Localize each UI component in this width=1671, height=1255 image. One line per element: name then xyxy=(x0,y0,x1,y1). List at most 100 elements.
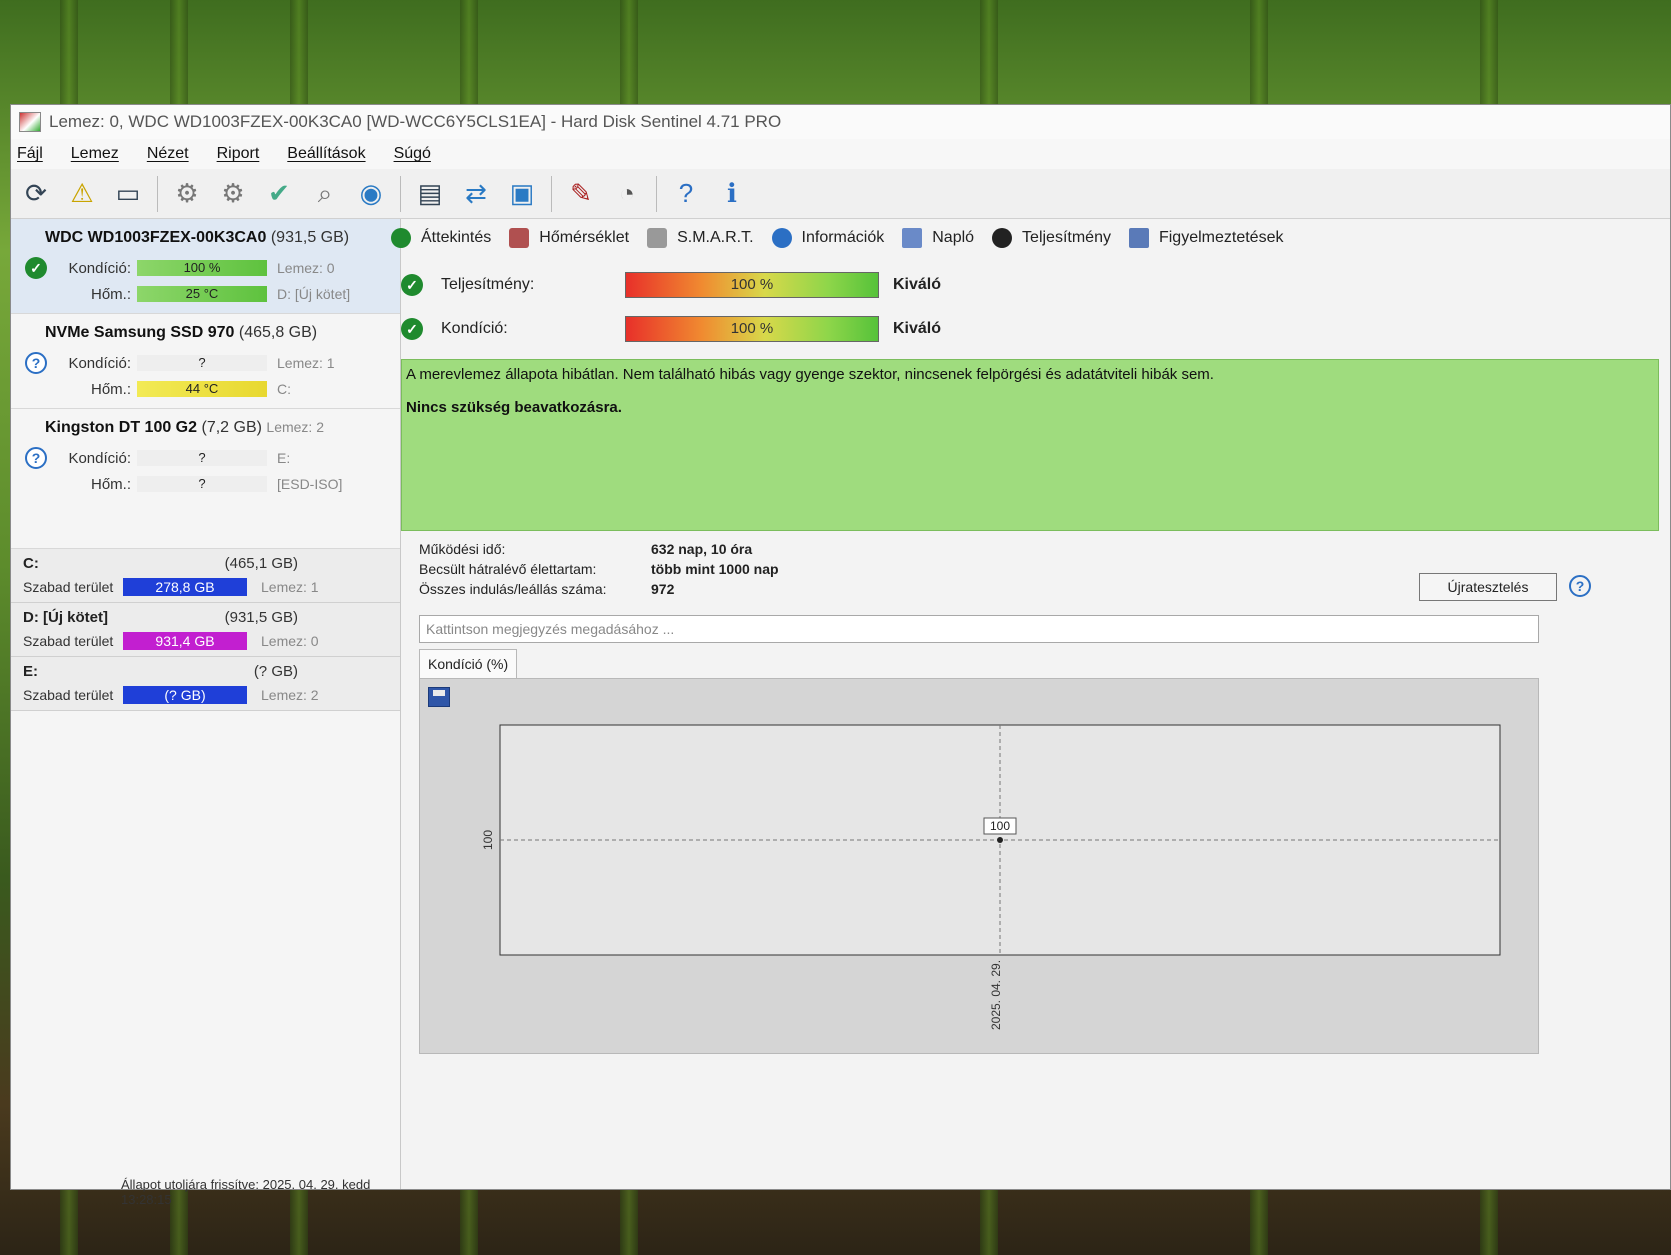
volume-item-e[interactable]: E: (? GB) Szabad terület (? GB) Lemez: 2 xyxy=(11,657,400,711)
main-panel: Áttekintés Hőmérséklet S.M.A.R.T. Inform… xyxy=(387,219,1670,1189)
sound-icon[interactable]: ◔ xyxy=(608,175,646,213)
volume-size: (? GB) xyxy=(253,663,298,680)
tab-smart[interactable]: S.M.A.R.T. xyxy=(647,228,754,248)
menu-disk[interactable]: Lemez xyxy=(71,145,119,163)
menu-bar: Fájl Lemez Nézet Riport Beállítások Súgó xyxy=(11,139,1670,169)
smart-icon xyxy=(647,228,668,248)
free-space-label: Szabad terület xyxy=(23,687,114,703)
status-bar: Állapot utoljára frissítve: 2025. 04. 29… xyxy=(121,1177,371,1207)
menu-help[interactable]: Súgó xyxy=(394,145,431,163)
alerts-icon xyxy=(1128,228,1149,248)
volume-name: D: [Új kötet] xyxy=(23,609,108,626)
title-bar: Lemez: 0, WDC WD1003FZEX-00K3CA0 [WD-WCC… xyxy=(11,105,1670,139)
volume-disk: Lemez: 1 xyxy=(261,579,319,595)
log-icon xyxy=(902,228,923,248)
volume-label: [ESD-ISO] xyxy=(277,476,343,492)
report-icon[interactable]: ▤ xyxy=(411,175,449,213)
toolbar-separator xyxy=(656,175,657,212)
disk-number: Lemez: 0 xyxy=(277,260,335,276)
condition-chart: 100 100 2025. 04. 29. xyxy=(481,724,1501,1030)
volume-item-d[interactable]: D: [Új kötet] (931,5 GB) Szabad terület 9… xyxy=(11,603,400,657)
check-icon: ✓ xyxy=(401,274,423,296)
performance-rating: Kiváló xyxy=(893,276,942,293)
refresh-icon[interactable]: ⟳ xyxy=(17,175,55,213)
status-summary: ✓ Teljesítmény: 100 % Kiváló ✓ Kondíció:… xyxy=(387,263,1670,351)
tab-performance[interactable]: Teljesítmény xyxy=(992,228,1111,248)
retest-button[interactable]: Újratesztelés xyxy=(1419,573,1557,601)
free-space-bar: 931,4 GB xyxy=(123,632,247,650)
starts-value: 972 xyxy=(651,581,675,597)
condition-label: Kondíció: xyxy=(68,259,131,277)
volume-size: (465,1 GB) xyxy=(224,555,298,572)
note-input[interactable]: Kattintson megjegyzés megadásához ... xyxy=(419,615,1539,643)
disk-icon[interactable]: ▭ xyxy=(109,175,147,213)
tab-log[interactable]: Napló xyxy=(902,228,974,248)
volume-item-c[interactable]: C: (465,1 GB) Szabad terület 278,8 GB Lem… xyxy=(11,549,400,603)
tab-condition-chart[interactable]: Kondíció (%) xyxy=(419,649,518,678)
disk-search-icon[interactable]: ⌕ xyxy=(306,175,344,213)
x-tick-label: 2025. 04. 29. xyxy=(989,960,1003,1030)
gauge-icon xyxy=(992,228,1013,248)
toolbar-separator xyxy=(400,175,401,212)
menu-settings[interactable]: Beállítások xyxy=(287,145,365,163)
app-logo-icon xyxy=(19,112,41,132)
tab-information[interactable]: Információk xyxy=(771,228,884,248)
toolbar-separator xyxy=(157,175,158,212)
tab-overview[interactable]: Áttekintés xyxy=(391,228,491,248)
volume-disk: Lemez: 0 xyxy=(261,633,319,649)
sync-icon[interactable]: ⇄ xyxy=(457,175,495,213)
toolbar: ⟳ ⚠ ▭ ⚙ ⚙ ✔ ⌕ ◉ ▤ ⇄ ▣ ✎ ◔ ? ℹ xyxy=(11,169,1670,219)
volume-size: (931,5 GB) xyxy=(224,609,298,626)
help-icon[interactable]: ? xyxy=(667,175,705,213)
disk-list-panel: WDC WD1003FZEX-00K3CA0 (931,5 GB) ✓ Kond… xyxy=(11,219,401,1207)
disk-title: Kingston DT 100 G2 (7,2 GB) Lemez: 2 xyxy=(45,419,324,436)
menu-report[interactable]: Riport xyxy=(217,145,260,163)
info-icon[interactable]: ℹ xyxy=(713,175,751,213)
temp-label: Hőm.: xyxy=(90,475,131,493)
data-label: 100 xyxy=(990,819,1010,833)
performance-label: Teljesítmény: xyxy=(441,276,535,293)
info-icon xyxy=(771,228,792,248)
tab-alerts[interactable]: Figyelmeztetések xyxy=(1128,228,1283,248)
condition-row: ✓ Kondíció: 100 % Kiváló xyxy=(387,307,1670,351)
thermometer-icon xyxy=(509,228,530,248)
window-title: Lemez: 0, WDC WD1003FZEX-00K3CA0 [WD-WCC… xyxy=(49,112,782,131)
warning-icon[interactable]: ⚠ xyxy=(63,175,101,213)
help-icon[interactable]: ? xyxy=(1569,575,1591,597)
chart-panel: 100 100 2025. 04. 29. xyxy=(419,678,1539,1054)
temp-label: Hőm.: xyxy=(90,380,131,398)
drive-letter: C: xyxy=(277,381,291,397)
condition-bar: 100 % xyxy=(625,316,879,342)
disk-test-icon[interactable]: ⚙ xyxy=(214,175,252,213)
tab-temperature[interactable]: Hőmérséklet xyxy=(509,228,629,248)
edit-icon[interactable]: ✎ xyxy=(562,175,600,213)
performance-row: ✓ Teljesítmény: 100 % Kiváló xyxy=(387,263,1670,307)
question-icon: ? xyxy=(25,352,47,374)
free-space-bar: (? GB) xyxy=(123,686,247,704)
y-tick-label: 100 xyxy=(481,830,495,850)
disk-item-1[interactable]: NVMe Samsung SSD 970 (465,8 GB) ? Kondíc… xyxy=(11,314,400,409)
question-icon: ? xyxy=(25,447,47,469)
disk-tool-icon[interactable]: ⚙ xyxy=(168,175,206,213)
disk-item-0[interactable]: WDC WD1003FZEX-00K3CA0 (931,5 GB) ✓ Kond… xyxy=(11,219,400,314)
temp-bar: 44 °C xyxy=(137,381,267,397)
save-icon[interactable] xyxy=(428,687,450,707)
temp-bar: 25 °C xyxy=(137,286,267,302)
status-message: A merevlemez állapota hibátlan. Nem talá… xyxy=(406,366,1214,383)
disk-info: Működési idő: 632 nap, 10 óra Becsült hát… xyxy=(419,541,1670,609)
volume-name: C: xyxy=(23,555,39,572)
disk-number: Lemez: 1 xyxy=(277,355,335,371)
menu-view[interactable]: Nézet xyxy=(147,145,189,163)
volume-disk: Lemez: 2 xyxy=(261,687,319,703)
performance-bar: 100 % xyxy=(625,272,879,298)
disk-item-2[interactable]: Kingston DT 100 G2 (7,2 GB) Lemez: 2 ? K… xyxy=(11,409,400,549)
menu-file[interactable]: Fájl xyxy=(17,145,43,163)
check-icon: ✓ xyxy=(401,318,423,340)
check-icon xyxy=(391,228,411,248)
globe-icon[interactable]: ◉ xyxy=(352,175,390,213)
network-icon[interactable]: ▣ xyxy=(503,175,541,213)
disk-check-icon[interactable]: ✔ xyxy=(260,175,298,213)
disk-title: WDC WD1003FZEX-00K3CA0 (931,5 GB) xyxy=(45,229,350,246)
temp-label: Hőm.: xyxy=(90,285,131,303)
check-icon: ✓ xyxy=(25,257,47,279)
